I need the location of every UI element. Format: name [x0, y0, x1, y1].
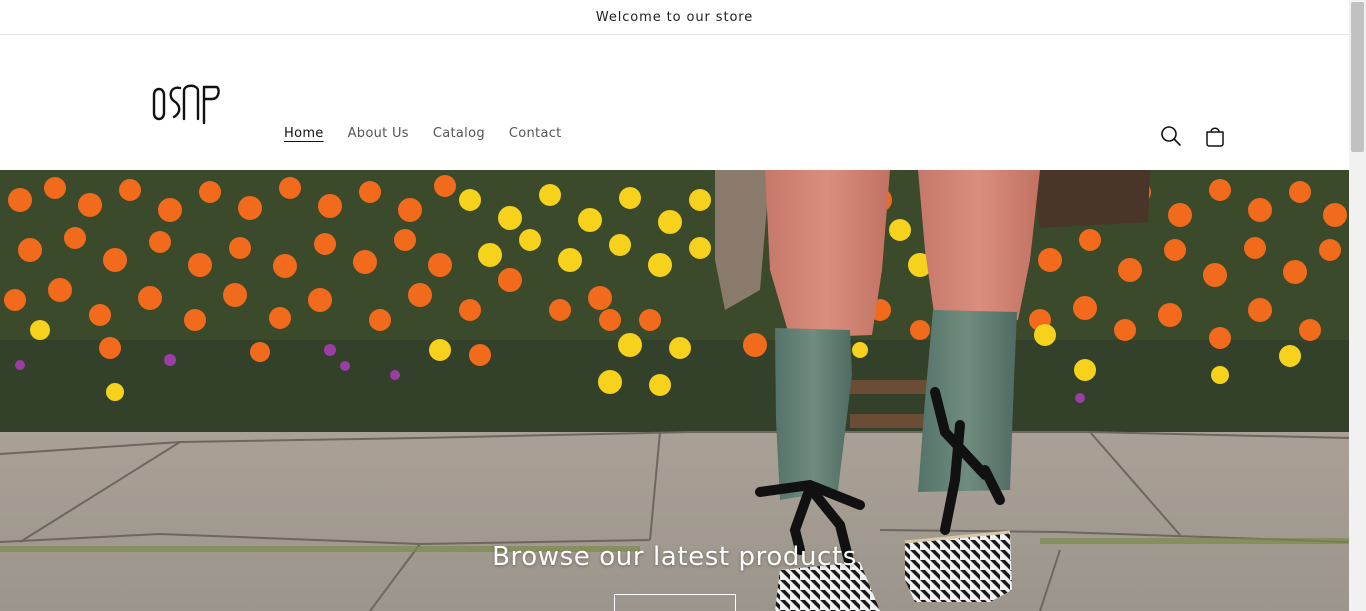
nav-contact[interactable]: Contact: [509, 126, 562, 141]
nav-home[interactable]: Home: [284, 126, 324, 141]
logo-icon: [152, 84, 220, 125]
store-logo[interactable]: [150, 79, 222, 127]
site-header: Home About Us Catalog Contact: [0, 35, 1349, 170]
cart-icon: [1206, 127, 1224, 147]
nav-catalog[interactable]: Catalog: [433, 126, 485, 141]
scrollbar-thumb[interactable]: [1351, 2, 1364, 152]
hero-title: Browse our latest products: [492, 542, 857, 572]
nav-about-us[interactable]: About Us: [348, 126, 409, 141]
announcement-text: Welcome to our store: [595, 9, 754, 25]
hero-shop-button[interactable]: [614, 594, 736, 611]
search-button[interactable]: [1158, 123, 1184, 149]
hero-banner: Browse our latest products: [0, 170, 1349, 611]
page: Welcome to our store Home About Us Catal…: [0, 0, 1349, 611]
announcement-bar: Welcome to our store: [0, 0, 1349, 35]
page-scrollbar[interactable]: [1349, 0, 1366, 611]
main-nav: Home About Us Catalog Contact: [284, 126, 586, 141]
cart-button[interactable]: [1202, 123, 1228, 149]
search-icon: [1161, 126, 1181, 146]
